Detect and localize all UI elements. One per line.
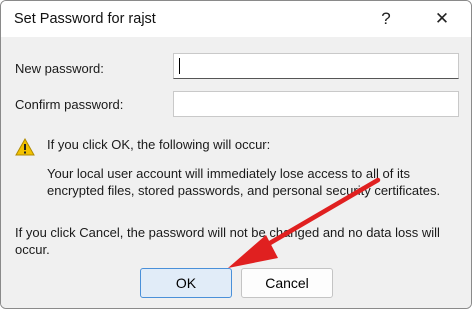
close-button[interactable]: ✕ — [419, 1, 465, 37]
close-icon: ✕ — [434, 9, 450, 28]
dialog-content: New password: Confirm password: If you c… — [1, 37, 471, 263]
confirm-password-label: Confirm password: — [15, 97, 124, 112]
title-bar: Set Password for rajst ? ✕ — [1, 1, 471, 37]
set-password-dialog: Set Password for rajst ? ✕ New password:… — [0, 0, 472, 309]
warning-body: Your local user account will immediately… — [47, 166, 441, 198]
confirm-password-field[interactable] — [173, 91, 459, 117]
ok-button[interactable]: OK — [140, 268, 232, 298]
help-icon: ? — [381, 9, 391, 28]
warning-triangle-icon — [15, 138, 35, 156]
cancel-button[interactable]: Cancel — [241, 268, 333, 298]
cancel-note: If you click Cancel, the password will n… — [15, 225, 440, 257]
dialog-title: Set Password for rajst — [14, 11, 156, 27]
help-button[interactable]: ? — [363, 1, 409, 37]
new-password-field[interactable] — [173, 53, 459, 79]
new-password-label: New password: — [15, 61, 104, 76]
warning-heading: If you click OK, the following will occu… — [47, 137, 271, 152]
text-caret — [179, 58, 180, 74]
button-bar: OK Cancel — [1, 263, 471, 308]
